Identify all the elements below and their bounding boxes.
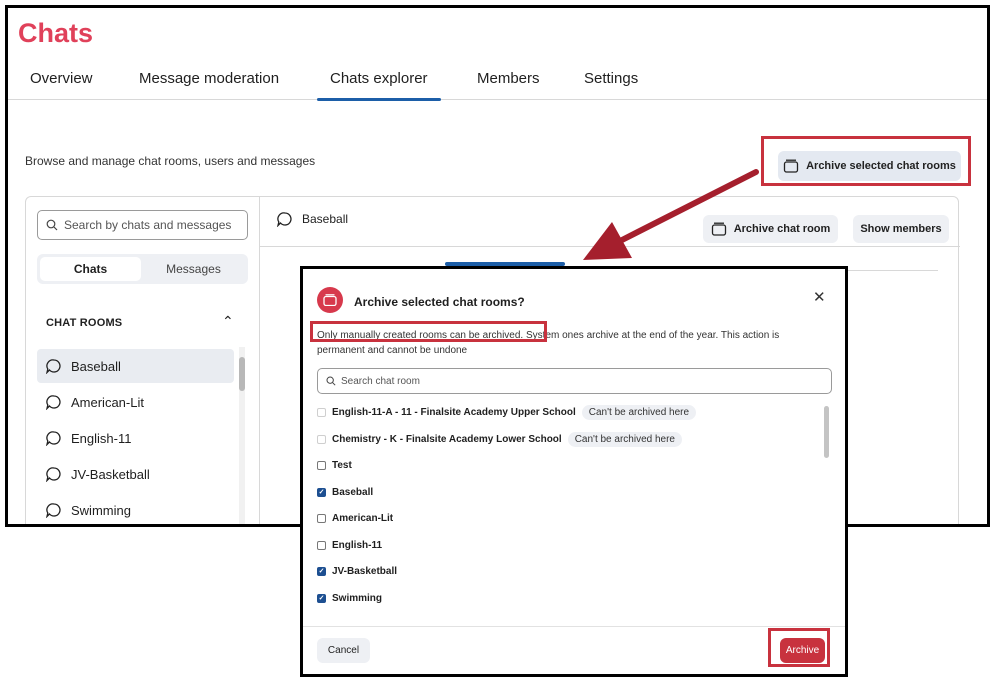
list-item[interactable]: Test <box>317 455 352 475</box>
highlight-box-description <box>310 321 547 342</box>
app-title: Chats <box>18 18 94 48</box>
sidebar-room-item[interactable]: English-11 <box>37 421 234 455</box>
archive-chat-room-button[interactable]: Archive chat room <box>703 215 838 243</box>
checkbox[interactable]: ✓ <box>317 487 326 497</box>
sidebar-room-item[interactable]: American-Lit <box>37 385 234 419</box>
close-icon[interactable]: ✕ <box>813 288 826 306</box>
status-badge: Can't be archived here <box>567 431 682 447</box>
list-item[interactable]: ✓ JV-Basketball <box>317 561 397 581</box>
chat-search-input[interactable]: Search by chats and messages <box>37 210 248 240</box>
room-header: Baseball <box>276 211 348 227</box>
chat-rooms-heading: CHAT ROOMS <box>46 317 123 329</box>
sidebar-room-item[interactable]: Baseball <box>37 349 234 383</box>
tab-bar: Overview Message moderation Chats explor… <box>8 66 987 101</box>
tab-overview[interactable]: Overview <box>30 70 93 87</box>
sidebar-room-item[interactable]: JV-Basketball <box>37 457 234 491</box>
list-item[interactable]: ✓ Baseball <box>317 482 373 502</box>
archive-chat-room-label: Archive chat room <box>733 223 831 235</box>
checkbox <box>317 407 326 417</box>
modal-title: Archive selected chat rooms? <box>354 295 525 309</box>
item-label: Chemistry - K - Finalsite Academy Lower … <box>332 433 562 445</box>
room-label: JV-Basketball <box>71 466 150 482</box>
chat-bubble-icon <box>45 359 61 374</box>
modal-search-placeholder: Search chat room <box>341 375 420 387</box>
chat-bubble-icon <box>276 212 292 227</box>
divider <box>260 246 960 247</box>
cancel-button[interactable]: Cancel <box>317 638 370 663</box>
chat-bubble-icon <box>45 467 61 482</box>
segment-messages[interactable]: Messages <box>143 257 244 281</box>
tab-members[interactable]: Members <box>477 70 540 87</box>
item-label: Test <box>332 459 352 471</box>
item-label: American-Lit <box>332 512 394 524</box>
chats-messages-toggle: Chats Messages <box>37 254 248 284</box>
room-label: American-Lit <box>71 394 144 410</box>
list-scroll-thumb[interactable] <box>824 406 829 458</box>
search-icon <box>326 376 336 386</box>
list-item[interactable]: English-11 <box>317 535 382 555</box>
modal-search-input[interactable]: Search chat room <box>317 368 832 394</box>
item-label: JV-Basketball <box>332 565 398 577</box>
chat-room-checklist: English-11-A - 11 - Finalsite Academy Up… <box>317 402 822 617</box>
list-item[interactable]: ✓ Swimming <box>317 588 382 608</box>
archive-icon <box>711 222 726 236</box>
list-item[interactable]: Chemistry - K - Finalsite Academy Lower … <box>317 429 682 449</box>
tab-message-moderation[interactable]: Message moderation <box>139 70 279 87</box>
checkbox[interactable] <box>317 460 326 470</box>
list-item[interactable]: American-Lit <box>317 508 393 528</box>
list-item[interactable]: English-11-A - 11 - Finalsite Academy Up… <box>317 402 697 422</box>
chat-search-placeholder: Search by chats and messages <box>64 218 232 232</box>
item-label: English-11 <box>332 539 383 551</box>
tab-chats-explorer[interactable]: Chats explorer <box>317 70 441 101</box>
sidebar-room-item[interactable]: Swimming <box>37 493 234 524</box>
checkbox[interactable] <box>317 540 326 550</box>
chat-bubble-icon <box>45 431 61 446</box>
chevron-up-icon[interactable]: ⌃ <box>222 313 234 330</box>
page-subtitle: Browse and manage chat rooms, users and … <box>25 154 316 168</box>
show-members-button[interactable]: Show members <box>853 215 949 243</box>
archive-icon <box>317 287 343 313</box>
checkbox[interactable]: ✓ <box>317 566 326 576</box>
sidebar-scroll-thumb[interactable] <box>239 357 245 391</box>
item-label: Swimming <box>332 592 383 604</box>
search-icon <box>46 219 58 231</box>
status-badge: Can't be archived here <box>581 404 697 420</box>
tab-settings[interactable]: Settings <box>584 70 638 87</box>
highlight-box-archive-selected <box>761 136 971 186</box>
chat-bubble-icon <box>45 503 61 518</box>
room-label: English-11 <box>71 430 132 446</box>
room-label: Swimming <box>71 502 131 518</box>
item-label: Baseball <box>332 486 374 498</box>
item-label: English-11-A - 11 - Finalsite Academy Up… <box>332 406 576 418</box>
checkbox[interactable] <box>317 513 326 523</box>
show-members-label: Show members <box>860 223 942 235</box>
checkbox <box>317 434 326 444</box>
segment-chats[interactable]: Chats <box>40 257 141 281</box>
checkbox[interactable]: ✓ <box>317 593 326 603</box>
room-label: Baseball <box>71 358 121 374</box>
room-title: Baseball <box>302 212 349 226</box>
divider <box>303 626 845 627</box>
chat-sidebar: Search by chats and messages Chats Messa… <box>26 197 260 524</box>
highlight-box-archive-button <box>768 628 830 667</box>
chat-bubble-icon <box>45 395 61 410</box>
